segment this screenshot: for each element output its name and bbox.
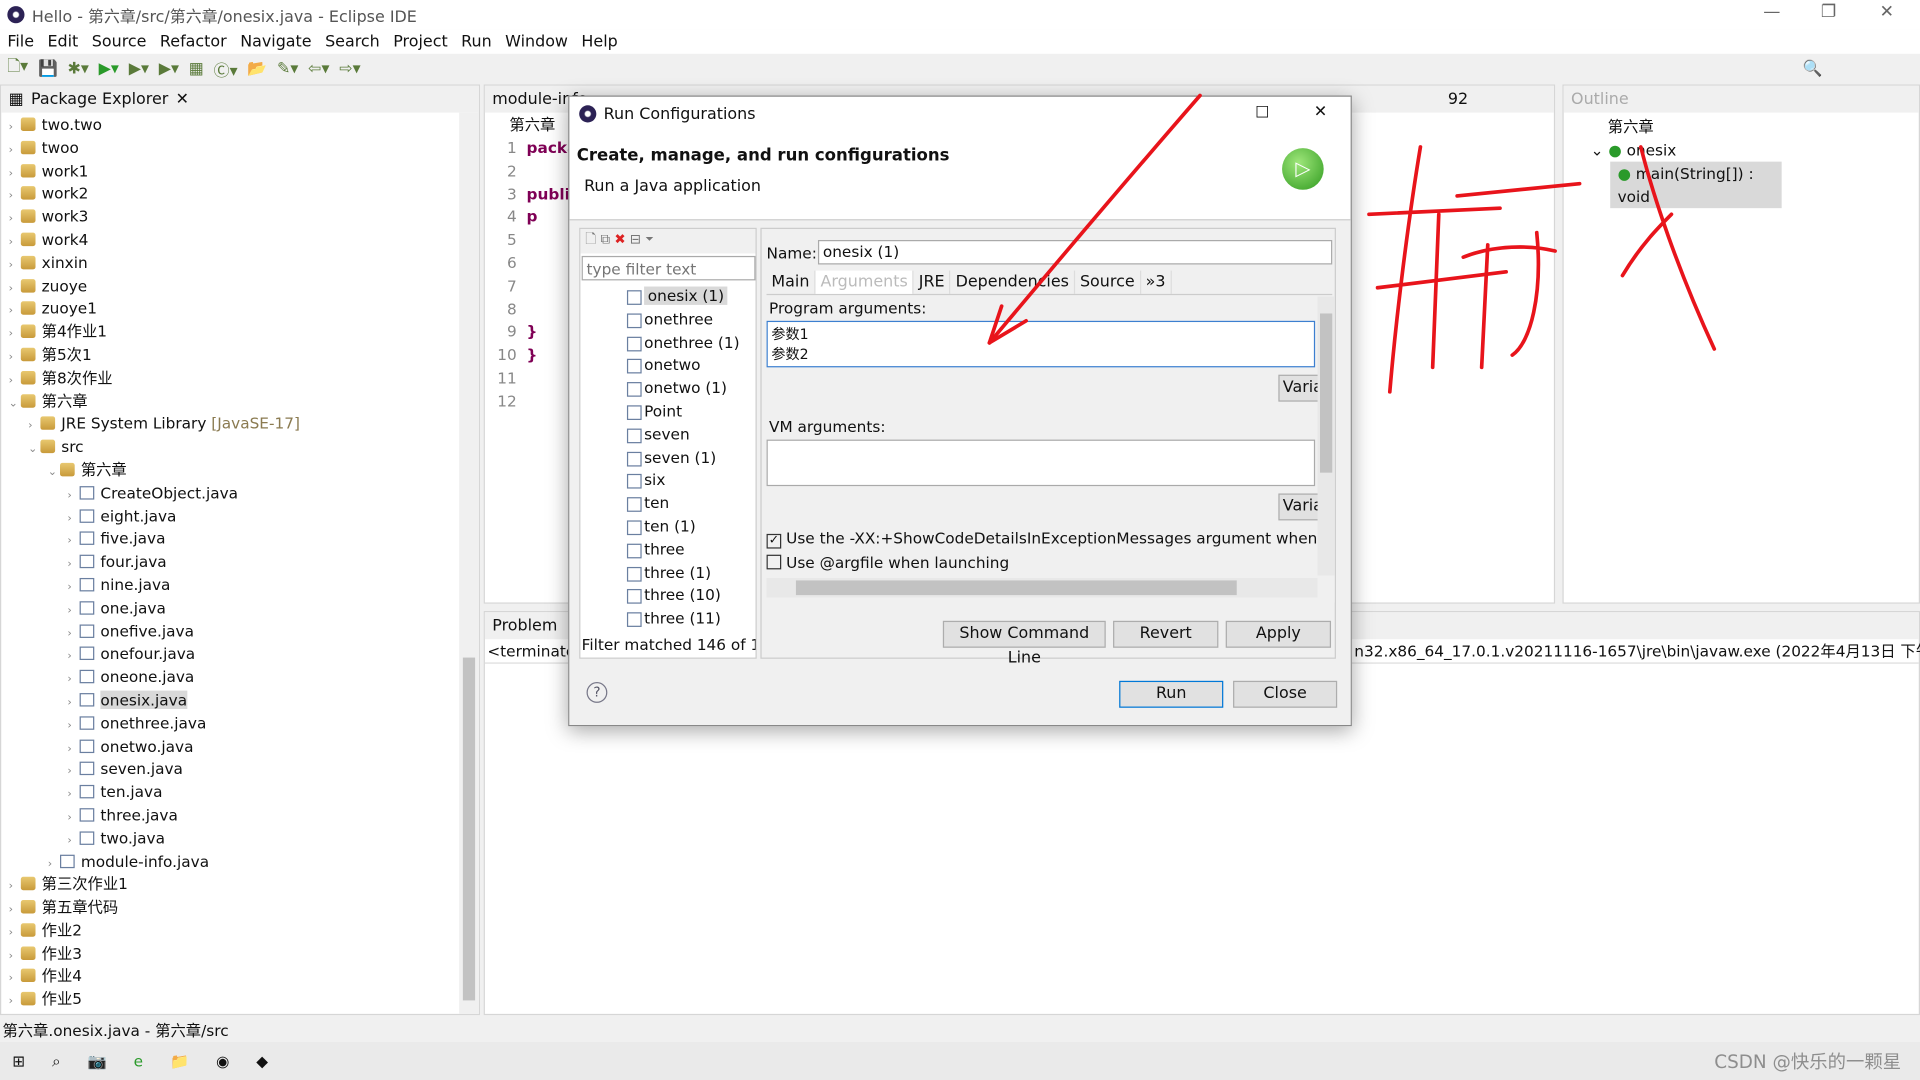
windows-taskbar: ⊞ ⌕ 📷 e 📁 ◉ ◆ CSDN @快乐的一颗星 [0,1042,1920,1080]
camera-icon[interactable]: 📷 [88,1051,107,1071]
search-icon[interactable]: ⌕ [52,1051,61,1071]
start-icon[interactable]: ⊞ [12,1052,25,1070]
annotation-arrow-line [987,93,1202,345]
watermark: CSDN @快乐的一颗星 [1714,1050,1902,1073]
handwritten-annotation [987,93,1717,394]
edge-icon[interactable]: e [134,1052,143,1070]
eclipse-window: Hello - 第六章/src/第六章/onesix.java - Eclips… [0,0,1920,1080]
app-icon[interactable]: ◆ [256,1052,268,1070]
eclipse-taskbar-icon[interactable]: ◉ [216,1052,229,1070]
file-explorer-icon[interactable]: 📁 [170,1051,189,1071]
annotation-char-ru [1620,145,1717,351]
